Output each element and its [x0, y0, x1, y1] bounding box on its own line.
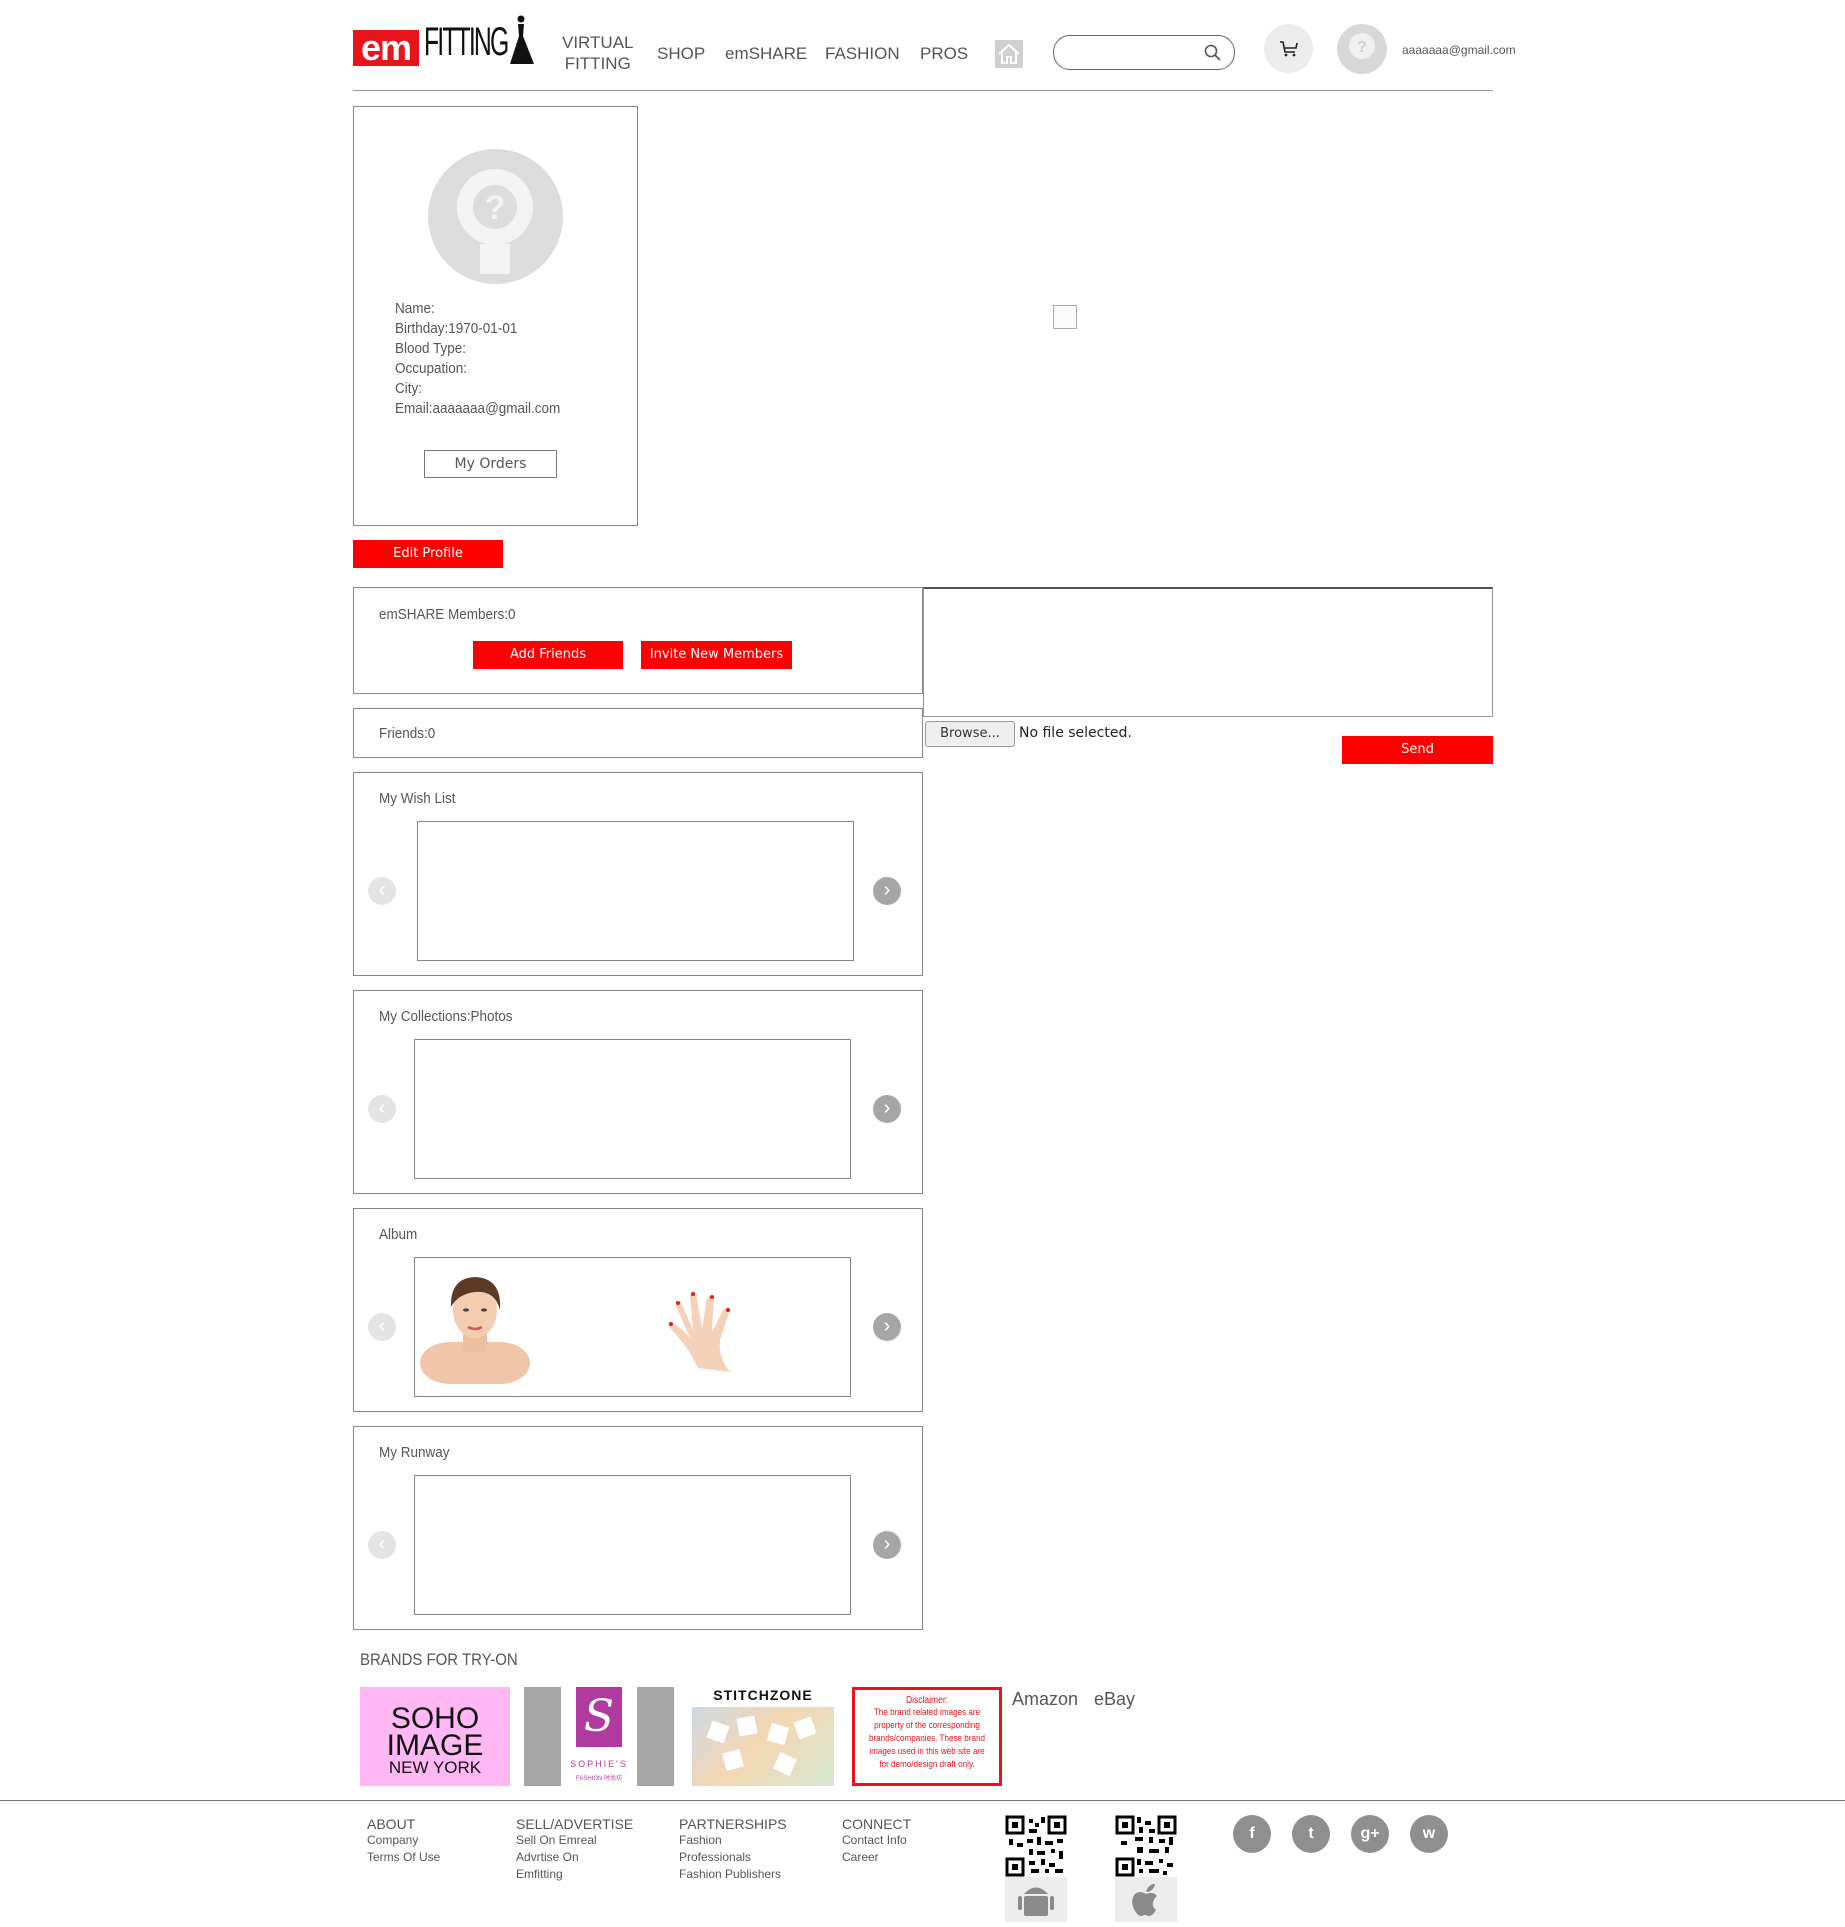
svg-text:?: ? [1357, 39, 1367, 56]
album-next-button[interactable]: › [873, 1313, 901, 1341]
footer-link[interactable]: Fashion [679, 1832, 787, 1849]
footer-sell: SELL/ADVERTISE Sell On Emreal Advrtise O… [516, 1816, 634, 1883]
unknown-user-icon: ? [457, 169, 533, 274]
collections-next-button[interactable]: › [873, 1095, 901, 1123]
runway-prev-button[interactable]: ‹ [368, 1531, 396, 1559]
search-input[interactable] [1068, 43, 1202, 63]
dress-logo-icon [510, 15, 534, 64]
nav-pros[interactable]: PROS [920, 44, 968, 64]
footer-link[interactable]: Career [842, 1849, 911, 1866]
footer-link[interactable]: Fashion Publishers [679, 1866, 787, 1883]
logo-fitting[interactable]: FITTING [424, 20, 509, 65]
album-photo-hand[interactable] [660, 1288, 750, 1374]
profile-birthday: Birthday:1970-01-01 [395, 320, 518, 337]
footer-about: ABOUT Company Terms Of Use [367, 1816, 441, 1866]
nav-virtual-fitting[interactable]: VIRTUAL FITTING [562, 32, 634, 74]
footer-link[interactable]: Company [367, 1832, 440, 1849]
collections-prev-button[interactable]: ‹ [368, 1095, 396, 1123]
user-avatar[interactable]: ? [1337, 24, 1387, 74]
sophies-logo-icon: S [576, 1687, 622, 1747]
footer-divider [0, 1800, 1845, 1801]
brand-sophies[interactable]: S SOPHIE'S FASHION 时尚坊 [524, 1687, 674, 1786]
invite-new-members-button[interactable]: Invite New Members [641, 641, 792, 669]
user-email[interactable]: aaaaaaa@gmail.com [1402, 43, 1516, 57]
send-button[interactable]: Send [1342, 736, 1493, 764]
album-photo-woman[interactable] [420, 1272, 530, 1384]
runway-title: My Runway [379, 1444, 450, 1461]
profile-avatar: ? [428, 149, 563, 284]
twitter-icon[interactable]: t [1292, 1815, 1330, 1853]
profile-occupation: Occupation: [395, 360, 468, 377]
profile-city: City: [395, 380, 422, 397]
android-icon [1018, 1887, 1054, 1916]
album-prev-button[interactable]: ‹ [368, 1313, 396, 1341]
nav-emshare[interactable]: emSHARE [725, 44, 807, 64]
nav-fashion[interactable]: FASHION [825, 44, 900, 64]
brand-soho-image[interactable]: SOHO IMAGE NEW YORK [360, 1687, 510, 1786]
unknown-user-icon: ? [1349, 33, 1375, 59]
search-icon[interactable] [1204, 44, 1222, 62]
my-orders-button[interactable]: My Orders [424, 450, 557, 478]
emshare-panel [353, 587, 923, 694]
profile-name: Name: [395, 300, 435, 317]
brand-disclaimer: Disclaimer: The brand related images are… [852, 1687, 1002, 1786]
collections-carousel [414, 1039, 851, 1179]
footer-link[interactable]: Emfitting [516, 1866, 633, 1883]
post-textarea[interactable] [923, 587, 1493, 717]
brand-ebay-link[interactable]: eBay [1094, 1689, 1135, 1710]
svg-text:?: ? [485, 189, 506, 227]
friends-count: Friends:0 [379, 725, 436, 742]
android-app-button[interactable] [1005, 1877, 1067, 1922]
profile-blood-type: Blood Type: [395, 340, 467, 357]
qr-code-ios [1115, 1815, 1177, 1877]
nav-shop[interactable]: SHOP [657, 44, 705, 64]
broken-image-icon [1053, 305, 1077, 329]
footer-partnerships: PARTNERSHIPS Fashion Professionals Fashi… [679, 1816, 787, 1883]
browse-button[interactable]: Browse... [925, 721, 1015, 747]
wish-list-title: My Wish List [379, 790, 456, 807]
footer-connect: CONNECT Contact Info Career [842, 1816, 912, 1866]
brand-stitchzone[interactable]: STITCHZONE [692, 1687, 834, 1786]
emshare-members-count: emSHARE Members:0 [379, 606, 516, 623]
wechat-icon[interactable]: w [1410, 1815, 1448, 1853]
footer-link[interactable]: Professionals [679, 1849, 787, 1866]
search-box[interactable] [1053, 35, 1235, 70]
wish-list-prev-button[interactable]: ‹ [368, 877, 396, 905]
logo-em[interactable]: em [353, 30, 419, 66]
apple-icon [1132, 1883, 1157, 1917]
footer-link[interactable]: Contact Info [842, 1832, 911, 1849]
cart-button[interactable] [1264, 24, 1313, 73]
header-divider [353, 90, 1493, 91]
edit-profile-button[interactable]: Edit Profile [353, 540, 503, 568]
runway-carousel [414, 1475, 851, 1615]
facebook-icon[interactable]: f [1233, 1815, 1271, 1853]
qr-code-android [1005, 1815, 1067, 1877]
file-status: No file selected. [1019, 725, 1132, 741]
profile-email: Email:aaaaaaa@gmail.com [395, 400, 561, 417]
collections-title: My Collections:Photos [379, 1008, 513, 1025]
wish-list-carousel [417, 821, 854, 961]
runway-next-button[interactable]: › [873, 1531, 901, 1559]
friends-panel [353, 708, 923, 758]
google-plus-icon[interactable]: g+ [1351, 1815, 1389, 1853]
ios-app-button[interactable] [1115, 1877, 1177, 1922]
footer-link[interactable]: Sell On Emreal [516, 1832, 633, 1849]
home-icon[interactable] [995, 40, 1023, 68]
add-friends-button[interactable]: Add Friends [473, 641, 623, 669]
brands-title: BRANDS FOR TRY-ON [360, 1650, 518, 1669]
footer-link[interactable]: Advrtise On [516, 1849, 633, 1866]
brand-amazon-link[interactable]: Amazon [1012, 1689, 1078, 1710]
album-title: Album [379, 1226, 418, 1243]
cart-icon [1280, 41, 1298, 57]
footer-link[interactable]: Terms Of Use [367, 1849, 440, 1866]
wish-list-next-button[interactable]: › [873, 877, 901, 905]
